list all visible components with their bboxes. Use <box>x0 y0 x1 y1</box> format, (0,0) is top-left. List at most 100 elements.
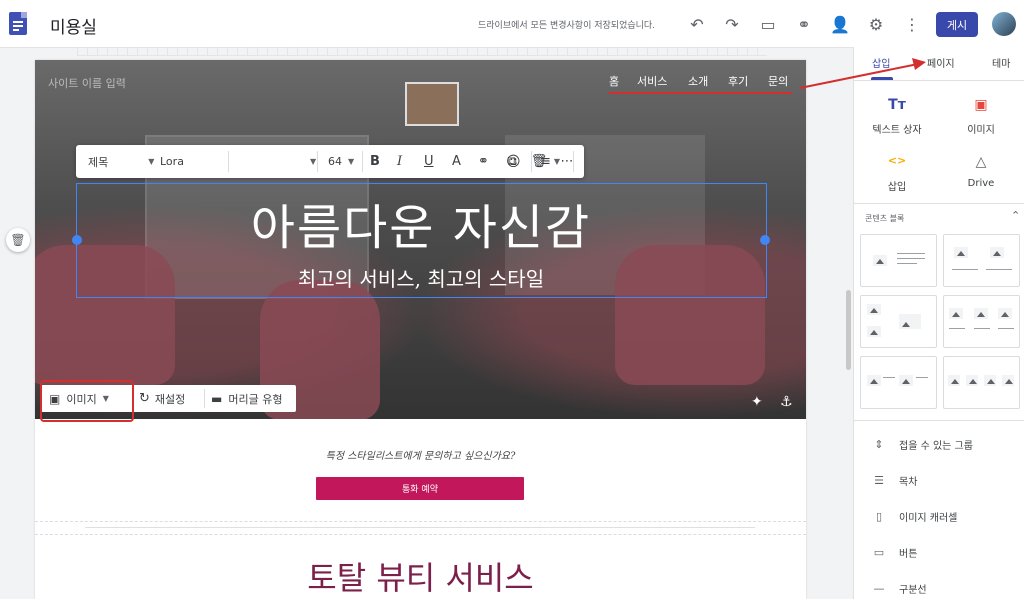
header-type-label: 머리글 유형 <box>228 392 283 406</box>
trash-icon[interactable]: 🗑 <box>528 150 550 172</box>
content-block-layout-2[interactable] <box>943 234 1020 287</box>
insert-table-of-contents[interactable]: ☰ 목차 <box>872 473 917 488</box>
panel-divider <box>853 420 1024 421</box>
top-app-bar: 미용실 드라이브에서 모든 변경사항이 저장되었습니다. ↶ ↷ ▭ ⚭ 👤 ⚙… <box>0 0 1024 48</box>
publish-button[interactable]: 게시 <box>936 12 978 37</box>
placeholder-image-icon <box>948 375 960 386</box>
canvas-scrollbar[interactable] <box>846 290 851 370</box>
separator <box>228 151 229 172</box>
annotation-underline <box>609 92 792 94</box>
header-type-button[interactable]: ▬ 머리글 유형 <box>211 385 282 412</box>
placeholder-image-icon <box>949 308 963 319</box>
insert-button[interactable]: ▭ 버튼 <box>872 545 918 560</box>
nav-item-reviews[interactable]: 후기 <box>728 73 748 89</box>
redo-icon[interactable]: ↷ <box>721 13 743 35</box>
drive-icon: △ <box>975 154 987 170</box>
placeholder-image-icon <box>899 375 913 386</box>
tab-themes[interactable]: 테마 <box>992 55 1010 70</box>
italic-icon[interactable]: I <box>397 145 402 178</box>
underline-icon[interactable]: U <box>424 145 434 178</box>
image-carousel-icon: ▯ <box>875 510 883 523</box>
placeholder-text <box>897 258 925 259</box>
insert-embed[interactable]: <> 삽입 <box>862 154 932 193</box>
placeholder-text <box>986 269 1012 270</box>
reset-button[interactable]: ↻ 재설정 <box>139 385 185 412</box>
preview-device-icon[interactable]: ▭ <box>757 13 779 35</box>
link-icon[interactable]: ⚭ <box>793 13 815 35</box>
insert-collapsible-group[interactable]: ⇕ 접을 수 있는 그룹 <box>872 437 973 452</box>
content-block-layout-3[interactable] <box>860 295 937 348</box>
annotation-highlight-box <box>40 380 134 422</box>
cta-question-text[interactable]: 특정 스타일리스트에게 문의하고 싶으신가요? <box>35 447 806 462</box>
placeholder-text <box>952 269 978 270</box>
tab-pages[interactable]: 페이지 <box>927 55 955 70</box>
tab-divider <box>853 80 1024 81</box>
header-type-icon: ▬ <box>211 391 223 406</box>
undo-icon[interactable]: ↶ <box>686 13 708 35</box>
anchor-icon[interactable]: ⚓ <box>780 394 793 410</box>
placeholder-image-icon <box>867 375 881 386</box>
share-add-person-icon[interactable]: 👤 <box>829 13 851 35</box>
hero-subtitle[interactable]: 최고의 서비스, 최고의 스타일 <box>76 263 766 292</box>
chevron-up-icon[interactable]: ⌃ <box>1011 209 1020 222</box>
insert-image[interactable]: ▣ 이미지 <box>946 97 1016 136</box>
button-icon: ▭ <box>873 546 885 559</box>
separator <box>317 151 318 172</box>
more-vert-icon[interactable]: ⋮ <box>901 13 923 35</box>
link-icon[interactable]: ⚭ <box>478 145 489 178</box>
style-select[interactable]: 제목 ▼ <box>88 145 154 178</box>
insert-divider[interactable]: — 구분선 <box>872 581 927 596</box>
section-title[interactable]: 토탈 뷰티 서비스 <box>35 553 806 599</box>
collapsible-group-icon: ⇕ <box>874 438 884 451</box>
table-of-contents-icon: ☰ <box>874 474 884 487</box>
insert-text-box-label: 텍스트 상자 <box>872 125 922 136</box>
book-call-button[interactable]: 통화 예약 <box>316 477 524 500</box>
insert-drive[interactable]: △ Drive <box>946 154 1016 189</box>
insert-embed-label: 삽입 <box>887 182 907 193</box>
content-block-layout-6[interactable] <box>943 356 1020 409</box>
hero-title[interactable]: 아름다운 자신감 <box>76 188 766 258</box>
duplicate-icon[interactable]: ⧉ <box>501 150 523 172</box>
content-block-layout-1[interactable] <box>860 234 937 287</box>
text-color-icon[interactable]: A <box>452 145 461 178</box>
placeholder-image-icon <box>974 308 988 319</box>
nav-item-contact[interactable]: 문의 <box>768 73 788 89</box>
image-icon: ▣ <box>974 97 988 113</box>
placeholder-text <box>897 263 917 264</box>
ruler <box>77 47 767 56</box>
section-divider <box>35 521 806 522</box>
site-title[interactable]: 미용실 <box>50 13 97 38</box>
reset-label: 재설정 <box>154 392 186 406</box>
tab-insert[interactable]: 삽입 <box>872 55 890 70</box>
nav-item-services[interactable]: 서비스 <box>637 73 667 89</box>
placeholder-image-icon <box>873 255 887 266</box>
style-select-label: 제목 <box>88 155 109 169</box>
placeholder-image-icon <box>990 247 1004 258</box>
delete-section-icon[interactable]: 🗑 <box>6 228 30 252</box>
bold-icon[interactable]: B <box>370 145 380 178</box>
sites-logo-icon[interactable] <box>9 12 27 35</box>
content-block-layout-4[interactable] <box>943 295 1020 348</box>
placeholder-text <box>974 328 990 329</box>
sparkle-icon[interactable]: ✦ <box>751 394 763 410</box>
font-select[interactable]: Lora <box>160 155 184 168</box>
content-block-layout-5[interactable] <box>860 356 937 409</box>
nav-item-home[interactable]: 홈 <box>609 73 619 89</box>
settings-gear-icon[interactable]: ⚙ <box>865 13 887 35</box>
size-select[interactable]: 64 ▼ <box>328 145 354 178</box>
size-select-label: 64 <box>328 155 342 168</box>
placeholder-image-icon <box>998 308 1012 319</box>
placeholder-text <box>949 328 965 329</box>
nav-item-about[interactable]: 소개 <box>688 73 708 89</box>
site-name-input[interactable]: 사이트 이름 입력 <box>48 75 126 91</box>
insert-image-carousel[interactable]: ▯ 이미지 캐러셀 <box>872 509 957 524</box>
placeholder-text <box>883 377 895 378</box>
avatar[interactable] <box>992 12 1016 36</box>
font-caret[interactable]: ▼ <box>304 145 316 178</box>
chevron-down-icon: ▼ <box>348 157 355 166</box>
font-select-wrap: Lora <box>160 145 184 178</box>
insert-text-box[interactable]: Tт 텍스트 상자 <box>862 97 932 136</box>
divider-label: 구분선 <box>899 585 927 596</box>
divider-icon: — <box>873 582 885 595</box>
more-horiz-icon[interactable]: ⋯ <box>556 150 578 172</box>
